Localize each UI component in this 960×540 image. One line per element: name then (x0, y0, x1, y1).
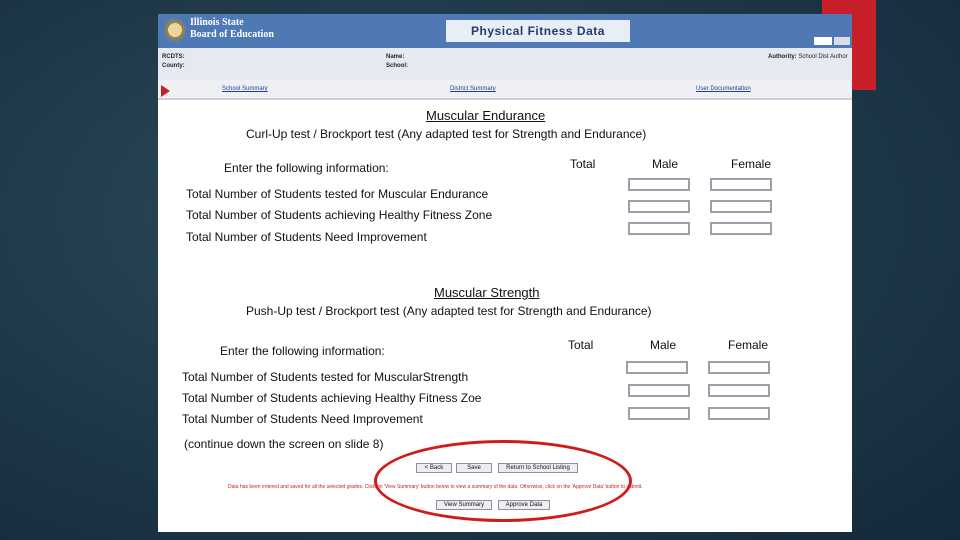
endurance-col-female: Female (731, 157, 772, 171)
org-line-2: Board of Education (190, 29, 274, 40)
isbe-seal-icon (164, 17, 186, 43)
strength-subtitle: Push-Up test / Brockport test (Any adapt… (246, 304, 652, 318)
endurance-tested-female-input[interactable] (710, 178, 772, 191)
strength-row-healthy: Total Number of Students achieving Healt… (182, 391, 482, 405)
rcdts-label: RCDTS: (162, 54, 185, 60)
endurance-improvement-male-input[interactable] (628, 222, 690, 235)
screenshot-panel: Illinois State Board of Education Physic… (158, 14, 852, 532)
header-search-input[interactable] (814, 37, 832, 45)
nav-links: School Summary District Summary User Doc… (158, 80, 852, 100)
school-label: School: (386, 63, 408, 69)
endurance-healthy-female-input[interactable] (710, 200, 772, 213)
app-header: Illinois State Board of Education Physic… (158, 14, 852, 48)
strength-row-tested: Total Number of Students tested for Musc… (182, 370, 469, 384)
link-school-summary[interactable]: School Summary (222, 86, 268, 92)
strength-enter-label: Enter the following information: (220, 344, 385, 358)
strength-tested-male-input[interactable] (626, 361, 688, 374)
endurance-subtitle: Curl-Up test / Brockport test (Any adapt… (246, 127, 647, 141)
endurance-healthy-male-input[interactable] (628, 200, 690, 213)
endurance-enter-label: Enter the following information: (224, 161, 389, 175)
strength-col-total: Total (568, 338, 594, 352)
name-label: Name: (386, 54, 405, 60)
endurance-improvement-female-input[interactable] (710, 222, 772, 235)
endurance-col-total: Total (570, 157, 596, 171)
endurance-row-tested: Total Number of Students tested for Musc… (186, 187, 489, 201)
org-line-1: Illinois State (190, 17, 244, 28)
link-user-documentation[interactable]: User Documentation (696, 86, 751, 92)
endurance-col-male: Male (652, 157, 679, 171)
authority-text: Authority: School Dist Author (768, 54, 848, 60)
strength-healthy-male-input[interactable] (628, 384, 690, 397)
highlight-circle (374, 440, 632, 522)
strength-healthy-female-input[interactable] (708, 384, 770, 397)
strength-tested-female-input[interactable] (708, 361, 770, 374)
strength-title: Muscular Strength (434, 285, 540, 300)
page-title: Physical Fitness Data (446, 20, 630, 42)
org-name: Illinois State Board of Education (190, 17, 274, 41)
county-label: County: (162, 63, 185, 69)
endurance-title: Muscular Endurance (426, 108, 546, 123)
continue-note: (continue down the screen on slide 8) (184, 437, 384, 451)
strength-improvement-male-input[interactable] (628, 407, 690, 420)
red-arrow-marker (161, 85, 170, 97)
strength-col-male: Male (650, 338, 677, 352)
header-go-button[interactable] (834, 37, 850, 45)
entity-info-bar: RCDTS: County: Name: School: Authority: … (158, 48, 852, 80)
authority-label: Authority: (768, 54, 797, 60)
strength-improvement-female-input[interactable] (708, 407, 770, 420)
strength-col-female: Female (728, 338, 769, 352)
link-district-summary[interactable]: District Summary (450, 86, 496, 92)
authority-value: School Dist Author (798, 54, 848, 60)
endurance-row-improvement: Total Number of Students Need Improvemen… (186, 230, 427, 244)
endurance-tested-male-input[interactable] (628, 178, 690, 191)
endurance-row-healthy: Total Number of Students achieving Healt… (186, 208, 493, 222)
strength-row-improvement: Total Number of Students Need Improvemen… (182, 412, 423, 426)
